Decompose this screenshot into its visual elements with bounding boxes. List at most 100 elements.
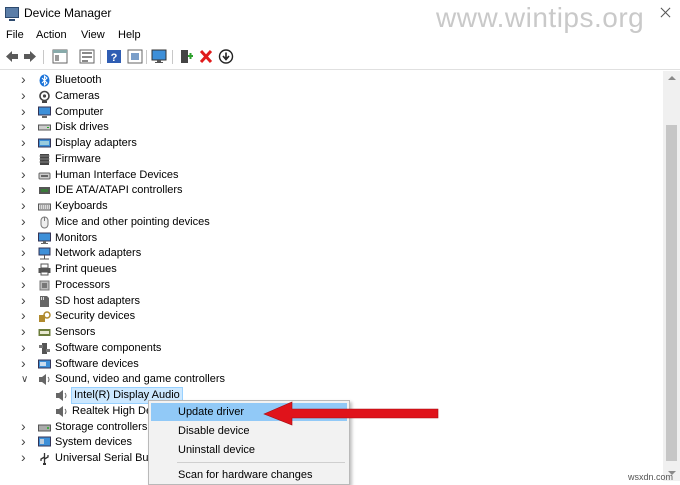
tree-category-item[interactable]: › Software devices bbox=[3, 356, 653, 373]
toolbar-separator bbox=[172, 50, 173, 64]
speaker-icon bbox=[56, 390, 67, 401]
chevron-right-icon[interactable]: › bbox=[21, 419, 31, 433]
scroll-up-arrow-icon[interactable] bbox=[663, 71, 680, 85]
keyboard-icon bbox=[38, 203, 51, 211]
chevron-right-icon[interactable]: › bbox=[21, 198, 31, 212]
system-icon bbox=[38, 436, 51, 447]
chevron-right-icon[interactable]: › bbox=[21, 151, 31, 165]
chevron-right-icon[interactable]: › bbox=[21, 167, 31, 181]
tree-category-item[interactable]: › Monitors bbox=[3, 230, 653, 247]
chevron-right-icon[interactable]: › bbox=[21, 245, 31, 259]
chevron-right-icon[interactable]: › bbox=[21, 182, 31, 196]
scroll-thumb[interactable] bbox=[666, 125, 677, 461]
tree-category-item[interactable]: › SD host adapters bbox=[3, 293, 653, 310]
show-hide-icon[interactable] bbox=[79, 49, 95, 64]
tree-item-label: Network adapters bbox=[55, 247, 142, 260]
tree-item-label: Mice and other pointing devices bbox=[55, 215, 210, 228]
menu-file[interactable]: File bbox=[6, 29, 24, 41]
tree-category-item[interactable]: › Disk drives bbox=[3, 119, 653, 136]
toolbar-separator bbox=[146, 50, 147, 64]
update-driver-label: Update driver bbox=[178, 406, 245, 418]
tree-category-item[interactable]: ∨ Sound, video and game controllers bbox=[3, 372, 653, 388]
monitor-icon[interactable] bbox=[151, 49, 167, 64]
display-icon bbox=[38, 138, 51, 148]
ide-icon bbox=[39, 187, 50, 195]
computer-icon bbox=[38, 106, 51, 118]
chevron-right-icon[interactable]: › bbox=[21, 135, 31, 149]
chevron-right-icon[interactable]: › bbox=[21, 72, 31, 86]
forward-icon[interactable] bbox=[22, 49, 38, 64]
vertical-scrollbar[interactable] bbox=[663, 71, 680, 481]
tree-item-label: Software components bbox=[55, 341, 162, 354]
chevron-right-icon[interactable]: › bbox=[21, 277, 31, 291]
tree-item-label: Human Interface Devices bbox=[55, 168, 179, 181]
tree-category-item[interactable]: › Network adapters bbox=[3, 245, 653, 262]
chevron-down-icon[interactable]: ∨ bbox=[21, 374, 31, 386]
menu-view[interactable]: View bbox=[81, 29, 105, 41]
tree-category-item[interactable]: › Bluetooth bbox=[3, 72, 653, 89]
scan-hardware-menu-item[interactable]: Scan for hardware changes bbox=[151, 466, 347, 484]
tree-category-item[interactable]: › Keyboards bbox=[3, 198, 653, 215]
tree-item-label: SD host adapters bbox=[55, 294, 140, 307]
tree-item-label: IDE ATA/ATAPI controllers bbox=[55, 184, 183, 197]
tree-item-label: Computer bbox=[55, 105, 104, 118]
chevron-right-icon[interactable]: › bbox=[21, 230, 31, 244]
tree-category-item[interactable]: › Sensors bbox=[3, 324, 653, 341]
chevron-right-icon[interactable]: › bbox=[21, 324, 31, 338]
title-bar: Device Manager www.wintips.org bbox=[0, 0, 680, 33]
chevron-right-icon[interactable]: › bbox=[21, 214, 31, 228]
chevron-right-icon[interactable]: › bbox=[21, 308, 31, 322]
tree-item-label: Keyboards bbox=[55, 200, 108, 212]
tree-item-label: Display adapters bbox=[55, 137, 137, 149]
tree-category-item[interactable]: › IDE ATA/ATAPI controllers bbox=[3, 182, 653, 199]
uninstall-device-menu-item[interactable]: Uninstall device bbox=[151, 441, 347, 459]
chevron-right-icon[interactable]: › bbox=[21, 434, 31, 448]
chevron-right-icon[interactable]: › bbox=[21, 119, 31, 133]
chevron-right-icon[interactable]: › bbox=[21, 261, 31, 275]
tree-category-item[interactable]: › Security devices bbox=[3, 308, 653, 325]
tree-category-item[interactable]: › Human Interface Devices bbox=[3, 167, 653, 184]
toolbar: ? bbox=[0, 45, 680, 70]
tree-item-label: Storage controllers bbox=[55, 420, 148, 433]
tree-category-item[interactable]: › Processors bbox=[3, 277, 653, 294]
tree-category-item[interactable]: › Computer bbox=[3, 104, 653, 121]
tree-item-label: System devices bbox=[55, 436, 133, 449]
bluetooth-icon bbox=[39, 74, 50, 87]
tree-item-label: Realtek High Def bbox=[72, 404, 156, 417]
properties-icon[interactable] bbox=[52, 49, 68, 64]
chevron-right-icon[interactable]: › bbox=[21, 340, 31, 354]
chevron-right-icon[interactable]: › bbox=[21, 88, 31, 102]
chevron-right-icon[interactable]: › bbox=[21, 104, 31, 118]
uninstall-icon[interactable] bbox=[198, 49, 214, 64]
menu-action[interactable]: Action bbox=[36, 29, 67, 41]
tree-item-label: Security devices bbox=[55, 310, 136, 323]
properties-sheet-icon[interactable] bbox=[127, 49, 143, 64]
tree-category-item[interactable]: › Display adapters bbox=[3, 135, 653, 152]
chevron-right-icon[interactable]: › bbox=[21, 356, 31, 370]
tree-category-item[interactable]: › Cameras bbox=[3, 88, 653, 105]
hid-icon bbox=[38, 172, 51, 179]
help-icon[interactable]: ? bbox=[106, 49, 122, 64]
menu-help[interactable]: Help bbox=[118, 29, 141, 41]
tree-item-label: Bluetooth bbox=[55, 74, 102, 86]
scan-hardware-label: Scan for hardware changes bbox=[178, 469, 313, 481]
tree-item-label: Disk drives bbox=[55, 121, 109, 134]
tree-category-item[interactable]: › Mice and other pointing devices bbox=[3, 214, 653, 231]
back-icon[interactable] bbox=[4, 49, 20, 64]
chevron-right-icon[interactable]: › bbox=[21, 293, 31, 307]
toolbar-separator bbox=[43, 50, 44, 64]
chevron-right-icon[interactable]: › bbox=[21, 450, 31, 464]
mouse-icon bbox=[40, 216, 49, 229]
disable-device-label: Disable device bbox=[178, 425, 250, 437]
window-title: Device Manager bbox=[24, 6, 112, 20]
security-icon bbox=[39, 311, 51, 323]
update-driver-icon[interactable] bbox=[178, 49, 194, 64]
tree-category-item[interactable]: › Firmware bbox=[3, 151, 653, 168]
download-icon[interactable] bbox=[218, 49, 234, 64]
tree-category-item[interactable]: › Software components bbox=[3, 340, 653, 357]
tree-category-item[interactable]: › Print queues bbox=[3, 261, 653, 278]
red-arrow-annotation bbox=[263, 401, 439, 426]
device-manager-icon bbox=[5, 7, 19, 21]
close-button[interactable] bbox=[650, 0, 680, 26]
usb-icon bbox=[40, 453, 49, 465]
